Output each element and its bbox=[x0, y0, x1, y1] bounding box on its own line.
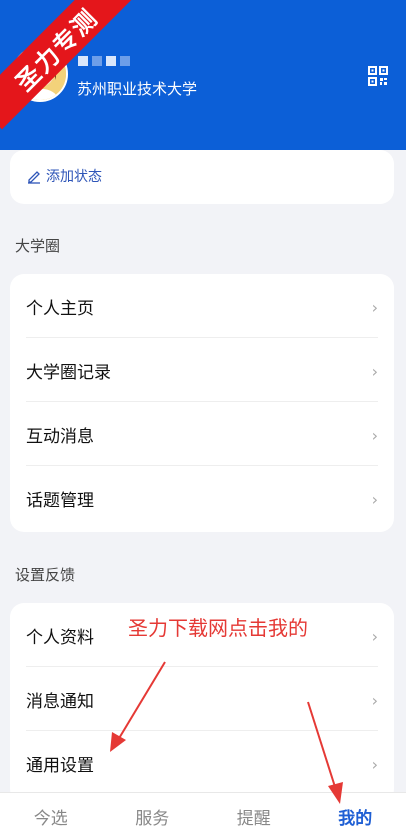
chevron-right-icon: › bbox=[371, 362, 378, 381]
tab-reminders[interactable]: 提醒 bbox=[203, 804, 304, 829]
mask-block bbox=[120, 56, 130, 66]
chevron-right-icon: › bbox=[371, 627, 378, 646]
menu-item-label: 通用设置 bbox=[26, 755, 94, 776]
pencil-icon bbox=[28, 171, 40, 184]
menu-item-label: 话题管理 bbox=[26, 490, 94, 511]
menu-item-campus-records[interactable]: 大学圈记录 › bbox=[10, 338, 394, 402]
annotation-text: 圣力下载网点击我的 bbox=[128, 616, 308, 640]
chevron-right-icon: › bbox=[371, 426, 378, 445]
menu-item-label: 消息通知 bbox=[26, 691, 94, 712]
mask-block bbox=[78, 56, 88, 66]
menu-item-notifications[interactable]: 消息通知 › bbox=[10, 667, 394, 731]
section-title-campus: 大学圈 bbox=[15, 237, 61, 255]
bottom-tab-bar: 今选 服务 提醒 我的 bbox=[0, 792, 406, 840]
menu-item-label: 个人主页 bbox=[26, 298, 94, 319]
menu-item-general-settings[interactable]: 通用设置 › bbox=[10, 731, 394, 795]
menu-item-label: 互动消息 bbox=[26, 426, 94, 447]
status-card: 添加状态 bbox=[10, 150, 394, 204]
user-name-masked bbox=[78, 56, 130, 66]
qr-code-icon[interactable] bbox=[368, 66, 388, 86]
chevron-right-icon: › bbox=[371, 755, 378, 774]
section-title-settings: 设置反馈 bbox=[15, 566, 76, 584]
menu-item-topic-management[interactable]: 话题管理 › bbox=[10, 466, 394, 530]
menu-item-personal-homepage[interactable]: 个人主页 › bbox=[10, 274, 394, 338]
menu-item-label: 大学圈记录 bbox=[26, 362, 111, 383]
school-name: 苏州职业技术大学 bbox=[77, 80, 198, 98]
chevron-right-icon: › bbox=[371, 298, 378, 317]
chevron-right-icon: › bbox=[371, 490, 378, 509]
add-status-button[interactable]: 添加状态 bbox=[26, 166, 102, 186]
campus-menu-card: 个人主页 › 大学圈记录 › 互动消息 › 话题管理 › bbox=[10, 274, 394, 532]
tab-services[interactable]: 服务 bbox=[102, 804, 203, 829]
mask-block bbox=[106, 56, 116, 66]
add-status-label: 添加状态 bbox=[46, 169, 102, 185]
menu-item-label: 个人资料 bbox=[26, 627, 94, 648]
tab-today-picks[interactable]: 今选 bbox=[0, 804, 101, 829]
menu-item-interactive-messages[interactable]: 互动消息 › bbox=[10, 402, 394, 466]
tab-me[interactable]: 我的 bbox=[305, 804, 406, 829]
chevron-right-icon: › bbox=[371, 691, 378, 710]
mask-block bbox=[92, 56, 102, 66]
